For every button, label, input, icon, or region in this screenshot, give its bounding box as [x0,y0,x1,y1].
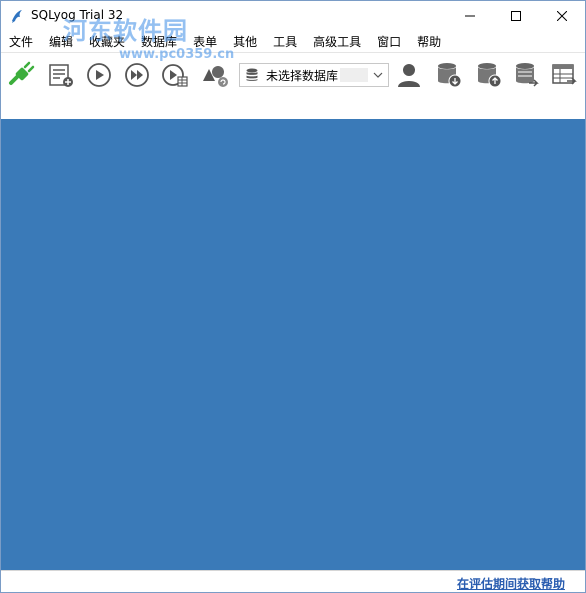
mdi-workspace[interactable] [1,119,585,570]
execute-edit-icon[interactable] [161,61,189,89]
close-icon [557,11,567,21]
toolbar: 未选择数据库 [1,52,585,94]
table-data-icon[interactable] [551,61,579,89]
menu-table[interactable]: 表单 [193,33,217,50]
database-select[interactable]: 未选择数据库 [239,63,389,87]
chevron-down-icon [373,72,383,78]
title-bar[interactable]: SQLyog Trial 32 [1,1,585,31]
menu-file[interactable]: 文件 [9,33,33,50]
new-query-icon[interactable] [47,61,75,89]
database-sync-icon[interactable] [513,61,541,89]
menu-window[interactable]: 窗口 [377,33,401,50]
menu-favorites[interactable]: 收藏夹 [89,33,125,50]
menu-tools[interactable]: 工具 [273,33,297,50]
close-button[interactable] [539,1,585,31]
maximize-button[interactable] [493,1,539,31]
database-icon [246,68,258,81]
menu-advanced-tools[interactable]: 高级工具 [313,33,361,50]
user-manager-icon[interactable] [395,61,423,89]
execute-icon[interactable] [85,61,113,89]
menu-others[interactable]: 其他 [233,33,257,50]
minimize-icon [465,15,475,17]
database-select-value: 未选择数据库 [266,68,339,83]
sqlyog-dolphin-icon [12,10,22,23]
menu-edit[interactable]: 编辑 [49,33,73,50]
evaluation-help-link[interactable]: 在评估期间获取帮助 [457,575,565,592]
menu-database[interactable]: 数据库 [141,33,177,50]
status-bar: 在评估期间获取帮助 [1,570,585,592]
backup-database-icon[interactable] [435,61,463,89]
app-window: SQLyog Trial 32 文件 编辑 收藏夹 数据库 表单 其他 工具 高… [0,0,586,593]
window-title: SQLyog Trial 32 [31,8,124,22]
menu-bar: 文件 编辑 收藏夹 数据库 表单 其他 工具 高级工具 窗口 帮助 [1,31,585,51]
execute-all-icon[interactable] [123,61,151,89]
connect-icon[interactable] [7,61,35,89]
minimize-button[interactable] [447,1,493,31]
schema-designer-icon[interactable] [201,61,229,89]
maximize-icon [511,11,521,21]
menu-help[interactable]: 帮助 [417,33,441,50]
restore-database-icon[interactable] [475,61,503,89]
database-select-blank [340,68,369,82]
